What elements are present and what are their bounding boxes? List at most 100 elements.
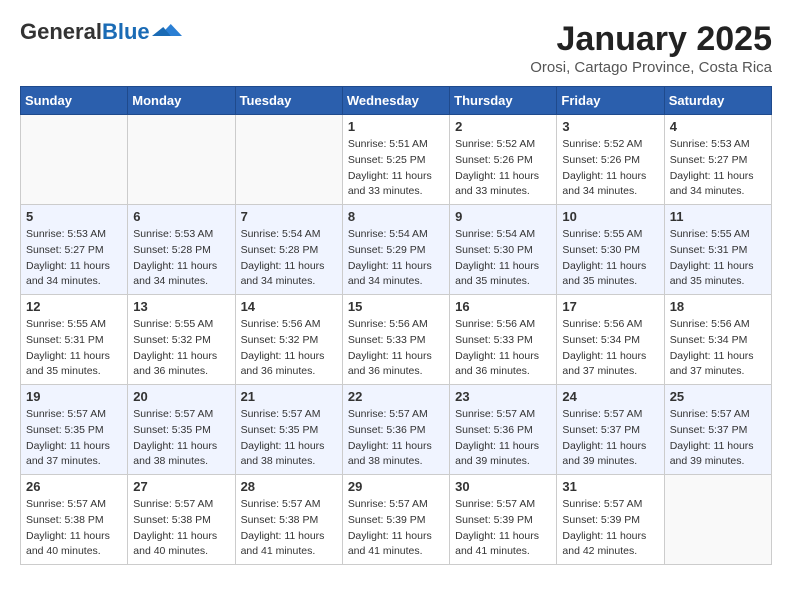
day-number: 2 [455,119,551,134]
day-info: Sunrise: 5:54 AM Sunset: 5:28 PM Dayligh… [241,227,337,290]
calendar-cell: 23 Sunrise: 5:57 AM Sunset: 5:36 PM Dayli… [450,385,557,475]
day-info: Sunrise: 5:57 AM Sunset: 5:35 PM Dayligh… [133,407,229,470]
day-info: Sunrise: 5:55 AM Sunset: 5:31 PM Dayligh… [670,227,766,290]
calendar-cell: 29 Sunrise: 5:57 AM Sunset: 5:39 PM Dayli… [342,475,449,565]
calendar-cell: 27 Sunrise: 5:57 AM Sunset: 5:38 PM Dayli… [128,475,235,565]
page-header: GeneralBlue January 2025 Orosi, Cartago … [20,20,772,76]
calendar-cell: 14Sunrise: 5:56 AM Sunset: 5:32 PM Dayli… [235,295,342,385]
day-info: Sunrise: 5:57 AM Sunset: 5:37 PM Dayligh… [670,407,766,470]
day-number: 6 [133,209,229,224]
day-info: Sunrise: 5:57 AM Sunset: 5:39 PM Dayligh… [348,497,444,560]
calendar-week-row: 26 Sunrise: 5:57 AM Sunset: 5:38 PM Dayli… [21,475,772,565]
calendar-cell: 11 Sunrise: 5:55 AM Sunset: 5:31 PM Dayli… [664,205,771,295]
day-info: Sunrise: 5:57 AM Sunset: 5:38 PM Dayligh… [241,497,337,560]
calendar-cell: 25 Sunrise: 5:57 AM Sunset: 5:37 PM Dayli… [664,385,771,475]
calendar-cell: 15 Sunrise: 5:56 AM Sunset: 5:33 PM Dayli… [342,295,449,385]
calendar-cell: 12 Sunrise: 5:55 AM Sunset: 5:31 PM Dayli… [21,295,128,385]
day-number: 28 [241,479,337,494]
day-info: Sunrise: 5:52 AM Sunset: 5:26 PM Dayligh… [455,137,551,200]
day-info: Sunrise: 5:56 AM Sunset: 5:33 PM Dayligh… [348,317,444,380]
day-number: 1 [348,119,444,134]
day-info: Sunrise: 5:57 AM Sunset: 5:36 PM Dayligh… [455,407,551,470]
day-number: 19 [26,389,122,404]
day-number: 21 [241,389,337,404]
day-info: Sunrise: 5:55 AM Sunset: 5:30 PM Dayligh… [562,227,658,290]
day-number: 22 [348,389,444,404]
day-number: 11 [670,209,766,224]
day-number: 24 [562,389,658,404]
calendar-cell: 30Sunrise: 5:57 AM Sunset: 5:39 PM Dayli… [450,475,557,565]
day-number: 4 [670,119,766,134]
calendar-cell: 10 Sunrise: 5:55 AM Sunset: 5:30 PM Dayli… [557,205,664,295]
day-number: 16 [455,299,551,314]
day-info: Sunrise: 5:54 AM Sunset: 5:29 PM Dayligh… [348,227,444,290]
day-info: Sunrise: 5:57 AM Sunset: 5:38 PM Dayligh… [133,497,229,560]
calendar-week-row: 1 Sunrise: 5:51 AM Sunset: 5:25 PM Daylig… [21,115,772,205]
day-number: 25 [670,389,766,404]
day-number: 31 [562,479,658,494]
calendar-week-row: 5Sunrise: 5:53 AM Sunset: 5:27 PM Daylig… [21,205,772,295]
calendar-cell: 24 Sunrise: 5:57 AM Sunset: 5:37 PM Dayli… [557,385,664,475]
day-info: Sunrise: 5:57 AM Sunset: 5:35 PM Dayligh… [241,407,337,470]
calendar-cell: 8Sunrise: 5:54 AM Sunset: 5:29 PM Daylig… [342,205,449,295]
day-info: Sunrise: 5:53 AM Sunset: 5:27 PM Dayligh… [670,137,766,200]
weekday-header: Sunday [21,87,128,115]
weekday-header-row: SundayMondayTuesdayWednesdayThursdayFrid… [21,87,772,115]
day-info: Sunrise: 5:53 AM Sunset: 5:27 PM Dayligh… [26,227,122,290]
calendar-cell: 7 Sunrise: 5:54 AM Sunset: 5:28 PM Daylig… [235,205,342,295]
day-number: 7 [241,209,337,224]
day-info: Sunrise: 5:56 AM Sunset: 5:34 PM Dayligh… [562,317,658,380]
day-number: 30 [455,479,551,494]
day-number: 27 [133,479,229,494]
weekday-header: Friday [557,87,664,115]
day-number: 3 [562,119,658,134]
location: Orosi, Cartago Province, Costa Rica [530,59,772,76]
day-number: 23 [455,389,551,404]
logo-line1: General [20,19,102,44]
calendar-cell: 31 Sunrise: 5:57 AM Sunset: 5:39 PM Dayli… [557,475,664,565]
logo-line2: Blue [102,19,150,44]
day-info: Sunrise: 5:52 AM Sunset: 5:26 PM Dayligh… [562,137,658,200]
calendar-cell: 13Sunrise: 5:55 AM Sunset: 5:32 PM Dayli… [128,295,235,385]
day-number: 20 [133,389,229,404]
day-number: 17 [562,299,658,314]
day-number: 12 [26,299,122,314]
calendar-cell: 21 Sunrise: 5:57 AM Sunset: 5:35 PM Dayli… [235,385,342,475]
calendar-cell: 3 Sunrise: 5:52 AM Sunset: 5:26 PM Daylig… [557,115,664,205]
weekday-header: Monday [128,87,235,115]
day-number: 29 [348,479,444,494]
calendar-cell [21,115,128,205]
weekday-header: Saturday [664,87,771,115]
day-info: Sunrise: 5:57 AM Sunset: 5:37 PM Dayligh… [562,407,658,470]
calendar-cell: 26 Sunrise: 5:57 AM Sunset: 5:38 PM Dayli… [21,475,128,565]
month-title: January 2025 [530,20,772,59]
day-number: 18 [670,299,766,314]
weekday-header: Thursday [450,87,557,115]
day-info: Sunrise: 5:57 AM Sunset: 5:35 PM Dayligh… [26,407,122,470]
logo-text: GeneralBlue [20,20,150,44]
logo-icon [152,21,182,39]
calendar-cell: 17 Sunrise: 5:56 AM Sunset: 5:34 PM Dayli… [557,295,664,385]
calendar-cell: 28 Sunrise: 5:57 AM Sunset: 5:38 PM Dayli… [235,475,342,565]
day-number: 15 [348,299,444,314]
day-info: Sunrise: 5:57 AM Sunset: 5:39 PM Dayligh… [562,497,658,560]
calendar-cell: 4 Sunrise: 5:53 AM Sunset: 5:27 PM Daylig… [664,115,771,205]
day-info: Sunrise: 5:55 AM Sunset: 5:31 PM Dayligh… [26,317,122,380]
day-number: 26 [26,479,122,494]
calendar-cell: 2 Sunrise: 5:52 AM Sunset: 5:26 PM Daylig… [450,115,557,205]
calendar-cell: 1 Sunrise: 5:51 AM Sunset: 5:25 PM Daylig… [342,115,449,205]
calendar-cell: 16Sunrise: 5:56 AM Sunset: 5:33 PM Dayli… [450,295,557,385]
title-area: January 2025 Orosi, Cartago Province, Co… [530,20,772,76]
day-number: 13 [133,299,229,314]
calendar-cell: 18Sunrise: 5:56 AM Sunset: 5:34 PM Dayli… [664,295,771,385]
day-number: 14 [241,299,337,314]
calendar-cell [664,475,771,565]
calendar-cell: 22Sunrise: 5:57 AM Sunset: 5:36 PM Dayli… [342,385,449,475]
calendar-cell: 19 Sunrise: 5:57 AM Sunset: 5:35 PM Dayli… [21,385,128,475]
calendar-cell: 6Sunrise: 5:53 AM Sunset: 5:28 PM Daylig… [128,205,235,295]
weekday-header: Tuesday [235,87,342,115]
day-number: 9 [455,209,551,224]
day-info: Sunrise: 5:57 AM Sunset: 5:38 PM Dayligh… [26,497,122,560]
day-number: 10 [562,209,658,224]
day-info: Sunrise: 5:51 AM Sunset: 5:25 PM Dayligh… [348,137,444,200]
